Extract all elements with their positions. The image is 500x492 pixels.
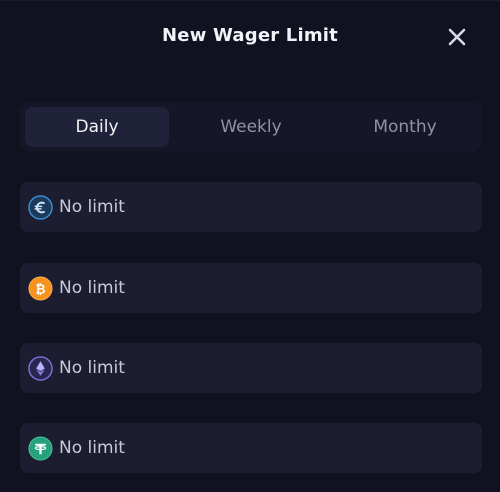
close-button[interactable] xyxy=(445,25,469,49)
tether-icon xyxy=(28,435,53,461)
wager-limit-modal: New Wager Limit Daily Weekly Monthy No l… xyxy=(0,0,500,492)
limit-value: No limit xyxy=(59,358,125,378)
bitcoin-icon: ₿ xyxy=(28,275,53,301)
limit-input-euro[interactable]: No limit xyxy=(20,182,482,232)
modal-title: New Wager Limit xyxy=(162,25,338,46)
ethereum-icon xyxy=(28,355,53,381)
tab-daily[interactable]: Daily xyxy=(25,107,169,147)
limit-input-ethereum[interactable]: No limit xyxy=(20,343,482,393)
limit-value: No limit xyxy=(59,197,125,217)
period-tabs: Daily Weekly Monthy xyxy=(20,102,482,152)
tab-weekly[interactable]: Weekly xyxy=(169,107,333,147)
svg-text:₿: ₿ xyxy=(35,281,45,296)
tab-monthly[interactable]: Monthy xyxy=(333,107,477,147)
limit-value: No limit xyxy=(59,278,125,298)
euro-icon xyxy=(28,194,53,220)
limit-input-bitcoin[interactable]: ₿ No limit xyxy=(20,263,482,313)
limit-value: No limit xyxy=(59,438,125,458)
limit-input-tether[interactable]: No limit xyxy=(20,423,482,473)
close-icon xyxy=(448,28,466,46)
